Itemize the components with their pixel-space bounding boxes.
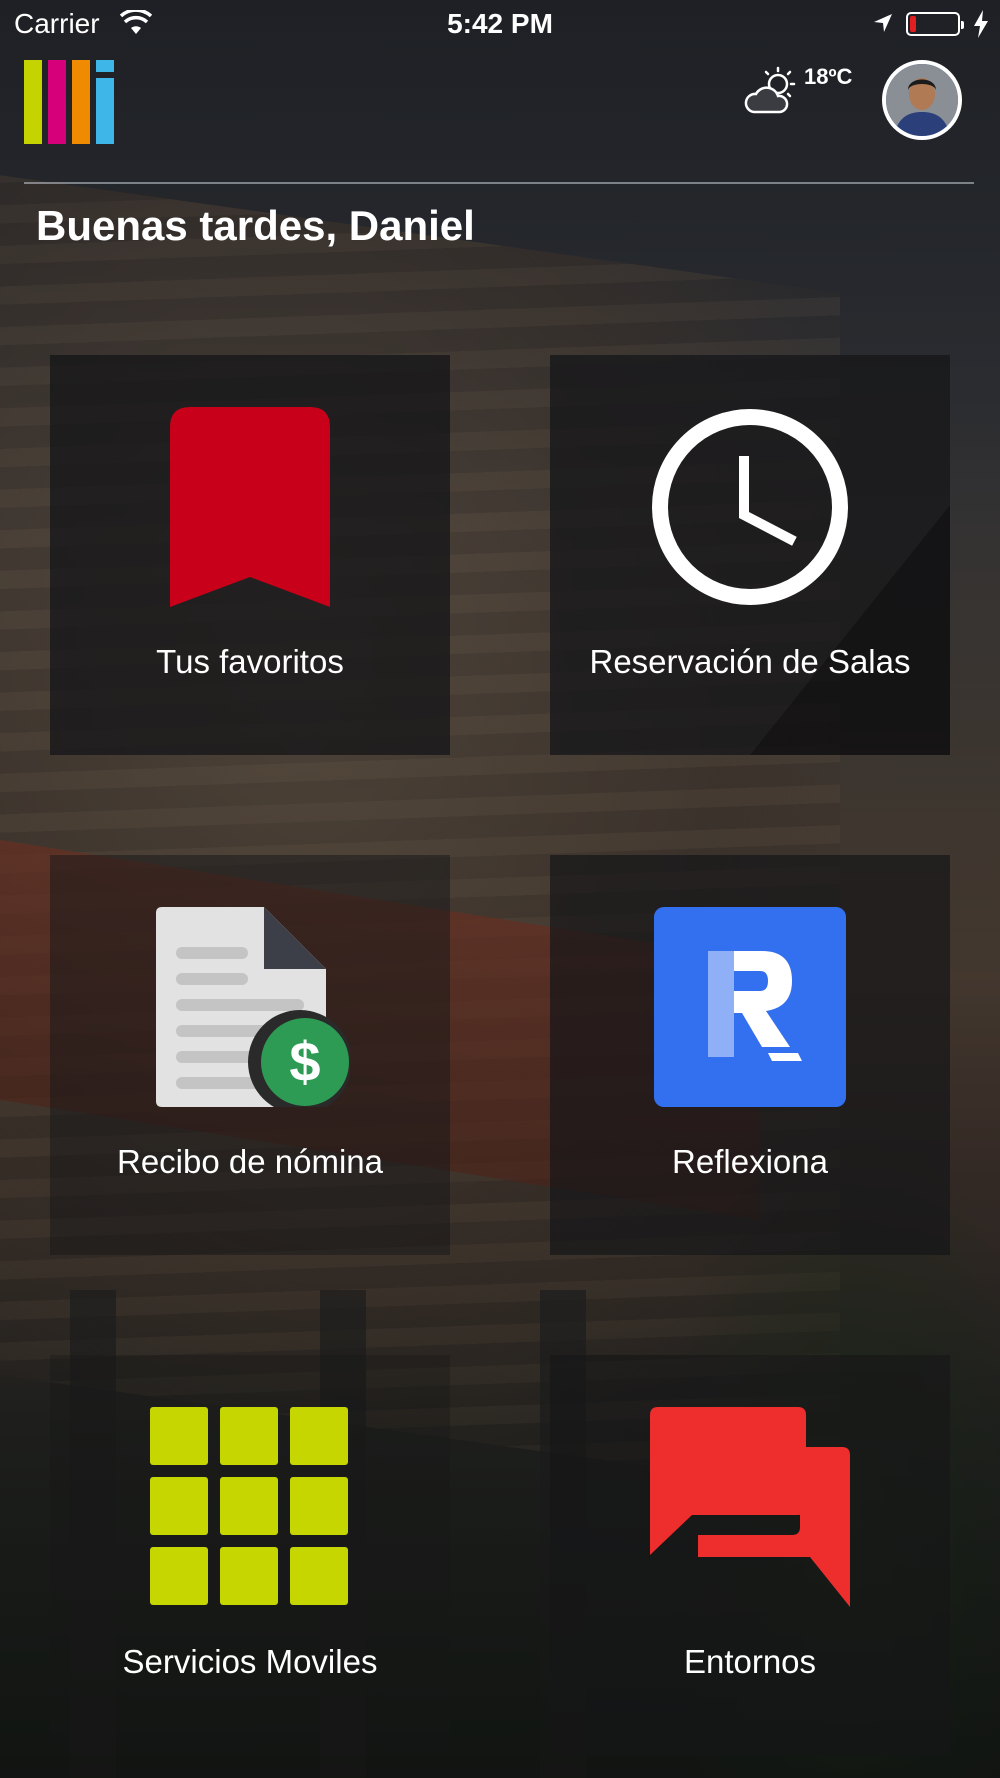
user-avatar[interactable] bbox=[882, 60, 962, 140]
tile-label: Tus favoritos bbox=[156, 643, 344, 680]
chat-bubbles-icon bbox=[650, 1407, 850, 1607]
header-divider bbox=[24, 182, 974, 184]
tile-label: Reservación de Salas bbox=[589, 643, 911, 680]
bookmark-icon bbox=[170, 407, 330, 607]
tile-servicios-moviles[interactable]: Servicios Moviles bbox=[50, 1355, 450, 1755]
greeting-text: Buenas tardes, Daniel bbox=[36, 202, 475, 249]
temperature-label: 18ºC bbox=[804, 64, 853, 89]
battery-icon bbox=[906, 12, 964, 36]
tile-reservacion-de-salas[interactable]: Reservación de Salas bbox=[550, 355, 950, 755]
partly-cloudy-icon bbox=[744, 66, 796, 114]
tile-recibo-de-nomina[interactable]: $ Recibo de nómina bbox=[50, 855, 450, 1255]
grid-apps-icon bbox=[150, 1407, 348, 1605]
charging-bolt-icon bbox=[974, 10, 988, 38]
tile-tus-favoritos[interactable]: Tus favoritos bbox=[50, 355, 450, 755]
tile-label: Servicios Moviles bbox=[122, 1643, 378, 1680]
weather-widget[interactable]: 18ºC bbox=[744, 62, 864, 122]
svg-text:$: $ bbox=[289, 1030, 320, 1093]
status-bar: Carrier 5:42 PM bbox=[0, 0, 1000, 50]
tile-label: Reflexiona bbox=[672, 1143, 828, 1180]
avatar-photo bbox=[886, 64, 958, 136]
location-arrow-icon bbox=[874, 14, 892, 32]
tile-reflexiona[interactable]: Reflexiona bbox=[550, 855, 950, 1255]
clock-icon bbox=[652, 409, 848, 605]
tile-label: Recibo de nómina bbox=[117, 1143, 383, 1180]
tile-entornos[interactable]: Entornos bbox=[550, 1355, 950, 1755]
tile-label: Entornos bbox=[683, 1643, 817, 1680]
reflexiona-r-icon bbox=[654, 907, 846, 1107]
clock-time: 5:42 PM bbox=[447, 8, 553, 39]
app-logo[interactable] bbox=[24, 60, 116, 144]
payroll-receipt-icon: $ bbox=[156, 907, 350, 1107]
